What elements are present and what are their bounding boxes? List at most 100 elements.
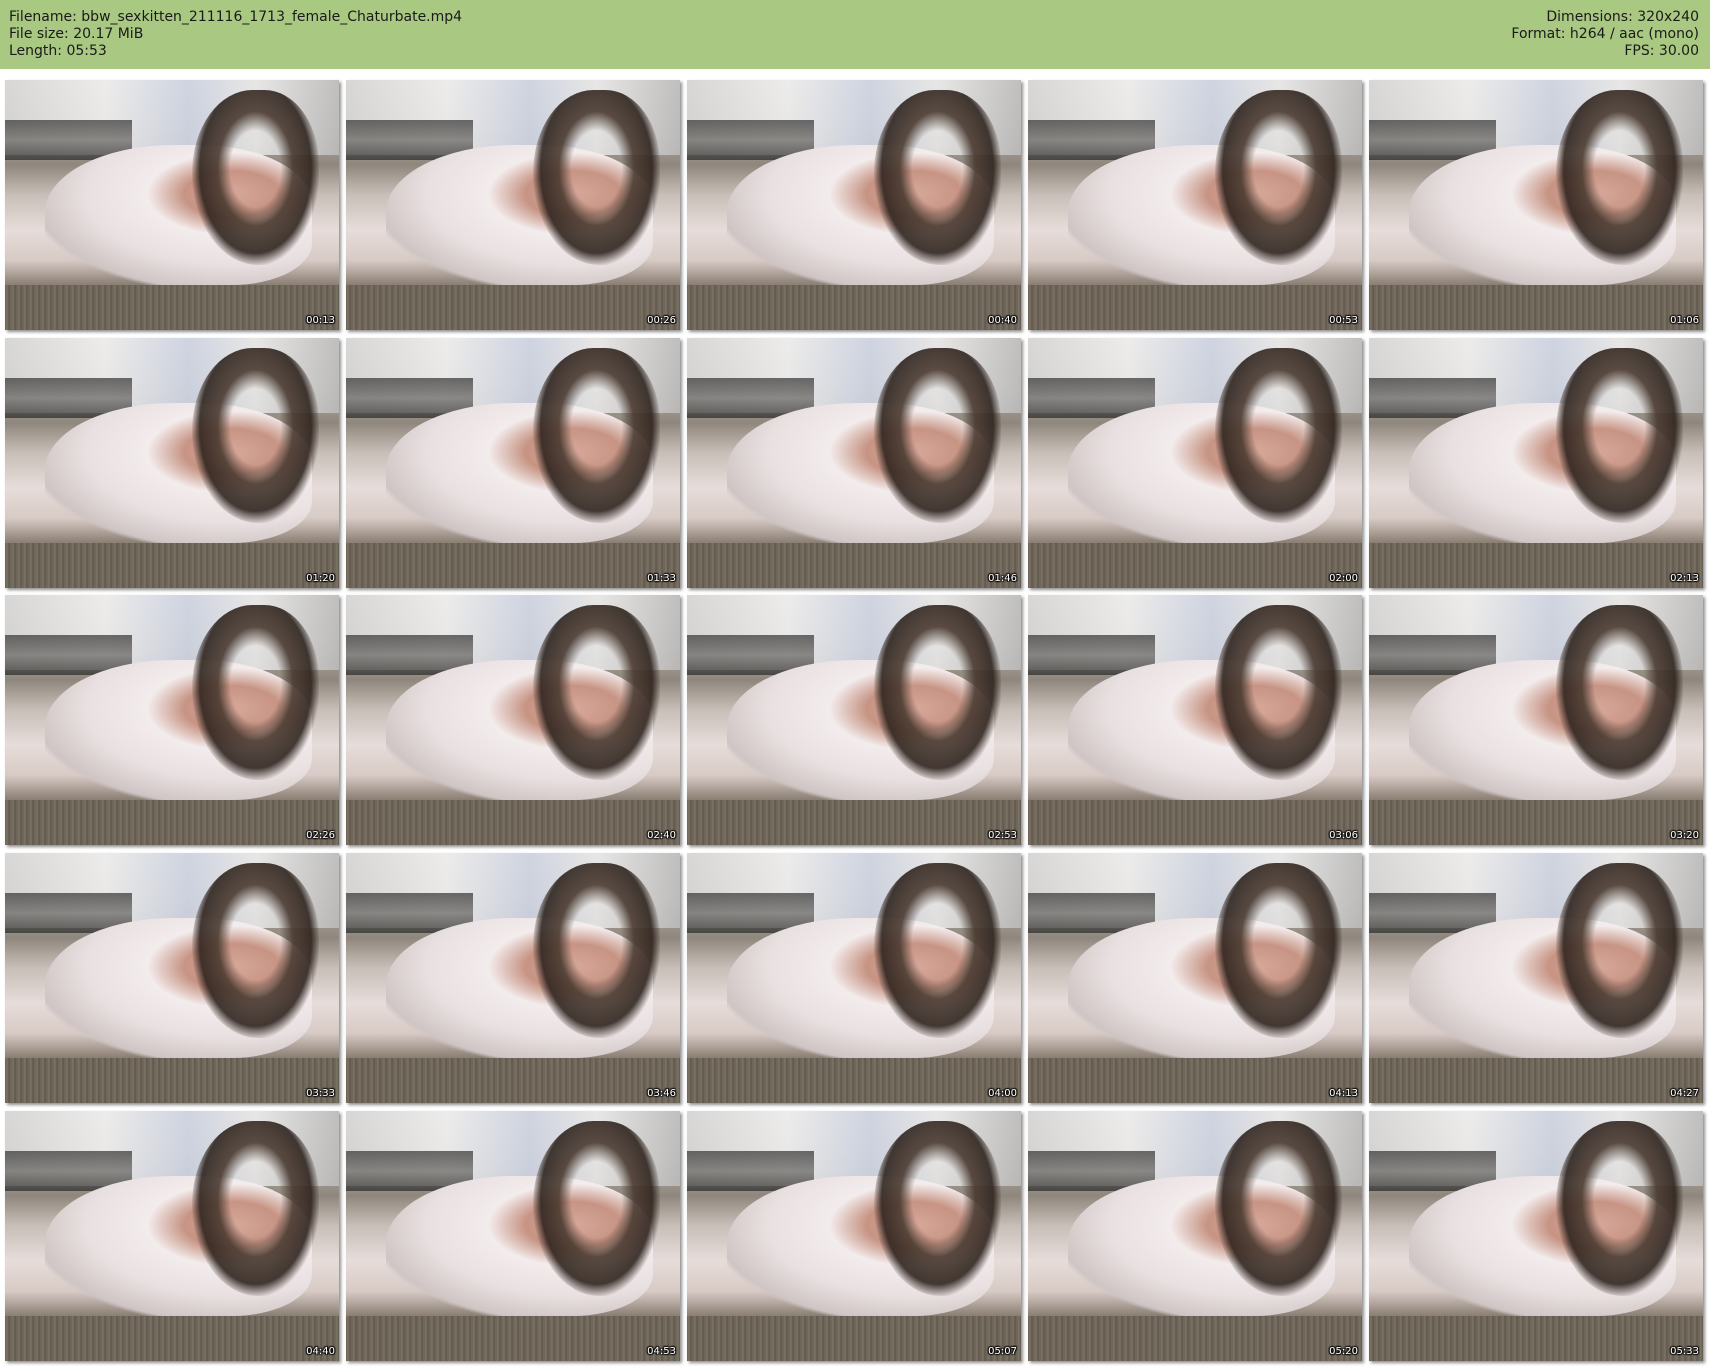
thumbnail-timestamp: 01:20	[306, 573, 335, 584]
video-thumbnail: 04:53	[346, 1111, 680, 1361]
thumbnail-timestamp: 01:46	[988, 573, 1017, 584]
thumbnail-timestamp: 05:33	[1670, 1346, 1699, 1357]
thumbnail-floor	[687, 1058, 1021, 1103]
thumbnail-hair	[533, 1121, 660, 1296]
video-thumbnail: 04:13	[1028, 853, 1362, 1103]
fps-text: FPS: 30.00	[1624, 43, 1699, 59]
thumbnail-hair	[192, 90, 319, 265]
length-text: Length: 05:53	[9, 43, 107, 59]
thumbnail-floor	[1369, 1316, 1703, 1361]
video-thumbnail: 02:00	[1028, 338, 1362, 588]
video-thumbnail: 02:53	[687, 595, 1021, 845]
thumbnail-floor	[687, 543, 1021, 588]
thumbnail-floor	[346, 1316, 680, 1361]
thumbnail-hair	[1556, 90, 1683, 265]
thumbnail-timestamp: 03:20	[1670, 830, 1699, 841]
thumbnail-timestamp: 02:53	[988, 830, 1017, 841]
video-thumbnail: 00:53	[1028, 80, 1362, 330]
dimensions-text: Dimensions: 320x240	[1546, 9, 1699, 25]
thumbnail-hair	[192, 605, 319, 780]
thumbnail-timestamp: 04:27	[1670, 1088, 1699, 1099]
thumbnail-hair	[874, 863, 1001, 1038]
thumbnail-timestamp: 01:06	[1670, 315, 1699, 326]
thumbnail-timestamp: 00:40	[988, 315, 1017, 326]
video-thumbnail: 03:06	[1028, 595, 1362, 845]
thumbnail-hair	[874, 348, 1001, 523]
thumbnail-hair	[192, 863, 319, 1038]
video-thumbnail: 04:40	[5, 1111, 339, 1361]
video-thumbnail: 02:40	[346, 595, 680, 845]
thumbnail-timestamp: 02:13	[1670, 573, 1699, 584]
video-thumbnail: 05:07	[687, 1111, 1021, 1361]
thumbnail-floor	[1369, 1058, 1703, 1103]
thumbnail-hair	[1556, 348, 1683, 523]
video-thumbnail: 05:20	[1028, 1111, 1362, 1361]
thumbnail-timestamp: 02:26	[306, 830, 335, 841]
video-thumbnail: 01:06	[1369, 80, 1703, 330]
video-thumbnail: 00:40	[687, 80, 1021, 330]
thumbnail-timestamp: 01:33	[647, 573, 676, 584]
thumbnail-floor	[1028, 1316, 1362, 1361]
thumbnail-hair	[1215, 605, 1342, 780]
thumbnail-hair	[1215, 348, 1342, 523]
file-info-right: Dimensions: 320x240 Format: h264 / aac (…	[1511, 9, 1699, 60]
video-thumbnail: 01:46	[687, 338, 1021, 588]
thumbnail-floor	[687, 1316, 1021, 1361]
thumbnail-grid: 00:13 00:26 00:40 00:53 01:06 01:20 01:33 01:46…	[0, 75, 1710, 1370]
video-thumbnail: 00:26	[346, 80, 680, 330]
thumbnail-floor	[1369, 285, 1703, 330]
thumbnail-floor	[1028, 800, 1362, 845]
thumbnail-floor	[1028, 1058, 1362, 1103]
file-info-left: Filename: bbw_sexkitten_211116_1713_fema…	[9, 9, 462, 60]
thumbnail-hair	[192, 1121, 319, 1296]
thumbnail-floor	[346, 543, 680, 588]
thumbnail-hair	[1215, 90, 1342, 265]
thumbnail-timestamp: 04:40	[306, 1346, 335, 1357]
thumbnail-timestamp: 05:07	[988, 1346, 1017, 1357]
video-thumbnail: 02:13	[1369, 338, 1703, 588]
filename-text: Filename: bbw_sexkitten_211116_1713_fema…	[9, 9, 463, 25]
thumbnail-timestamp: 03:46	[647, 1088, 676, 1099]
thumbnail-timestamp: 02:40	[647, 830, 676, 841]
thumbnail-hair	[533, 605, 660, 780]
video-thumbnail: 03:33	[5, 853, 339, 1103]
thumbnail-floor	[1028, 543, 1362, 588]
thumbnail-floor	[5, 543, 339, 588]
video-thumbnail: 05:33	[1369, 1111, 1703, 1361]
thumbnail-hair	[533, 348, 660, 523]
thumbnail-hair	[874, 1121, 1001, 1296]
thumbnail-floor	[5, 800, 339, 845]
thumbnail-floor	[1369, 543, 1703, 588]
thumbnail-floor	[5, 285, 339, 330]
video-thumbnail: 04:27	[1369, 853, 1703, 1103]
thumbnail-floor	[687, 285, 1021, 330]
thumbnail-timestamp: 00:53	[1329, 315, 1358, 326]
thumbnail-hair	[874, 605, 1001, 780]
thumbnail-timestamp: 04:00	[988, 1088, 1017, 1099]
thumbnail-timestamp: 05:20	[1329, 1346, 1358, 1357]
thumbnail-timestamp: 03:06	[1329, 830, 1358, 841]
thumbnail-floor	[346, 1058, 680, 1103]
thumbnail-hair	[1215, 1121, 1342, 1296]
thumbnail-timestamp: 02:00	[1329, 573, 1358, 584]
thumbnail-hair	[1556, 605, 1683, 780]
file-size-text: File size: 20.17 MiB	[9, 26, 144, 42]
thumbnail-floor	[346, 285, 680, 330]
info-header: Filename: bbw_sexkitten_211116_1713_fema…	[0, 0, 1710, 69]
video-thumbnail: 02:26	[5, 595, 339, 845]
video-thumbnail: 00:13	[5, 80, 339, 330]
video-thumbnail: 04:00	[687, 853, 1021, 1103]
thumbnail-hair	[1556, 1121, 1683, 1296]
thumbnail-floor	[1369, 800, 1703, 845]
thumbnail-hair	[192, 348, 319, 523]
thumbnail-timestamp: 03:33	[306, 1088, 335, 1099]
thumbnail-timestamp: 00:13	[306, 315, 335, 326]
thumbnail-hair	[1556, 863, 1683, 1038]
thumbnail-floor	[5, 1316, 339, 1361]
thumbnail-floor	[346, 800, 680, 845]
thumbnail-hair	[533, 863, 660, 1038]
thumbnail-timestamp: 04:53	[647, 1346, 676, 1357]
video-thumbnail: 01:20	[5, 338, 339, 588]
thumbnail-timestamp: 04:13	[1329, 1088, 1358, 1099]
video-thumbnail: 03:46	[346, 853, 680, 1103]
